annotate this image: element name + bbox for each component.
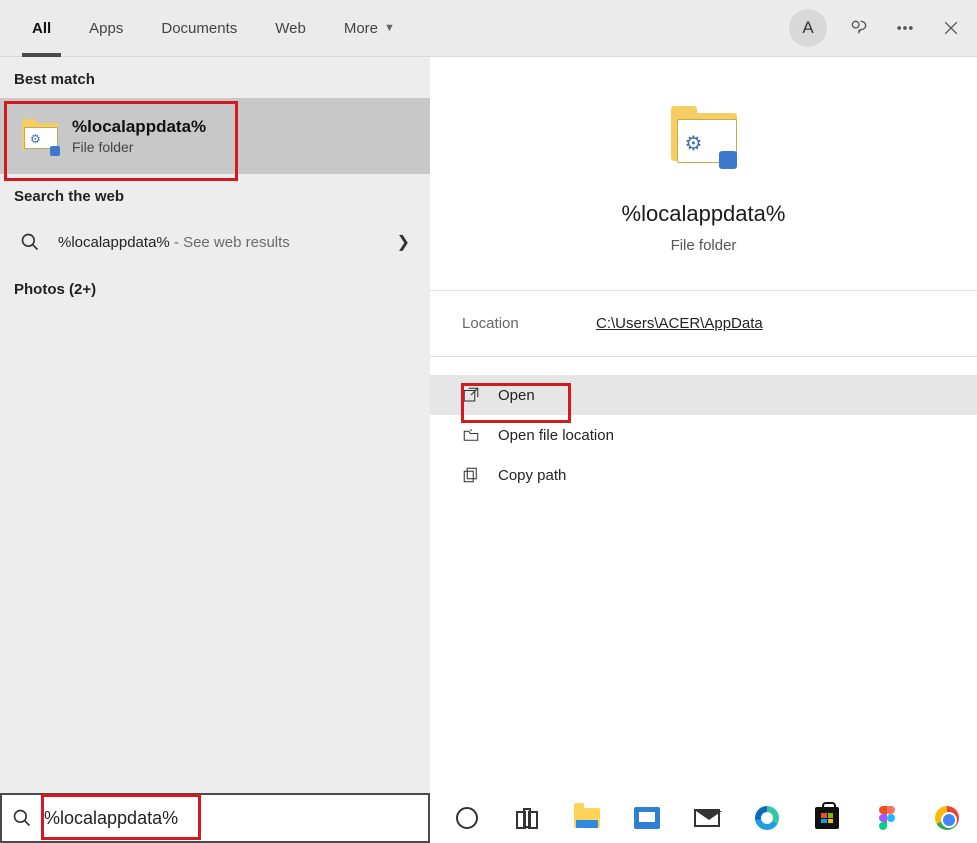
folder-open-icon [462,426,480,444]
search-box[interactable] [0,793,430,843]
close-icon[interactable] [937,14,965,42]
header-icons: A [789,0,965,56]
chrome-icon[interactable] [932,803,962,833]
photos-section[interactable]: Photos (2+) [0,269,430,310]
tab-documents[interactable]: Documents [147,0,251,57]
main-content: Best match ⚙ %localappdata% File folder … [0,57,977,793]
best-match-subtitle: File folder [72,139,206,155]
cortana-icon[interactable] [452,803,482,833]
tab-web[interactable]: Web [261,0,320,57]
user-avatar[interactable]: A [789,9,827,47]
taskbar [430,803,977,833]
open-icon [462,386,480,404]
task-view-icon[interactable] [512,803,542,833]
more-options-icon[interactable] [891,14,919,42]
folder-icon: ⚙ [671,103,737,169]
best-match-result[interactable]: ⚙ %localappdata% File folder [0,98,430,174]
folder-icon: ⚙ [22,118,58,154]
preview-subtitle: File folder [671,237,737,254]
web-suffix-text: - See web results [170,234,290,251]
location-row: Location C:\Users\ACER\AppData [430,291,977,356]
action-open-file-location[interactable]: Open file location [430,415,977,455]
best-match-header: Best match [0,57,430,98]
microsoft-store-icon[interactable] [812,803,842,833]
action-open[interactable]: Open [430,375,977,415]
results-panel: Best match ⚙ %localappdata% File folder … [0,57,430,793]
search-input[interactable] [42,807,428,830]
copy-icon [462,466,480,484]
action-copy-path[interactable]: Copy path [430,455,977,495]
file-explorer-icon[interactable] [572,803,602,833]
feedback-icon[interactable] [845,14,873,42]
action-open-location-label: Open file location [498,427,614,444]
tab-more-label: More [344,20,378,37]
figma-icon[interactable] [872,803,902,833]
search-icon [20,232,40,252]
tab-more[interactable]: More ▼ [330,0,409,57]
tab-apps[interactable]: Apps [75,0,137,57]
app-blue-icon[interactable] [632,803,662,833]
action-open-label: Open [498,387,535,404]
search-icon [12,808,32,828]
search-web-result[interactable]: %localappdata% - See web results ❯ [0,215,430,269]
chevron-right-icon: ❯ [397,232,410,252]
location-value[interactable]: C:\Users\ACER\AppData [596,315,763,332]
header-bar: All Apps Documents Web More ▼ A [0,0,977,57]
tab-all[interactable]: All [18,0,65,57]
mail-icon[interactable] [692,803,722,833]
preview-panel: ⚙ %localappdata% File folder Location C:… [430,57,977,793]
search-web-header: Search the web [0,174,430,215]
action-copy-path-label: Copy path [498,467,566,484]
preview-title: %localappdata% [622,201,786,227]
web-query-text: %localappdata% [58,234,170,251]
bottom-bar [0,793,977,843]
edge-icon[interactable] [752,803,782,833]
best-match-title: %localappdata% [72,117,206,137]
search-scope-tabs: All Apps Documents Web More ▼ [18,0,409,56]
chevron-down-icon: ▼ [384,22,395,34]
location-label: Location [462,315,596,332]
